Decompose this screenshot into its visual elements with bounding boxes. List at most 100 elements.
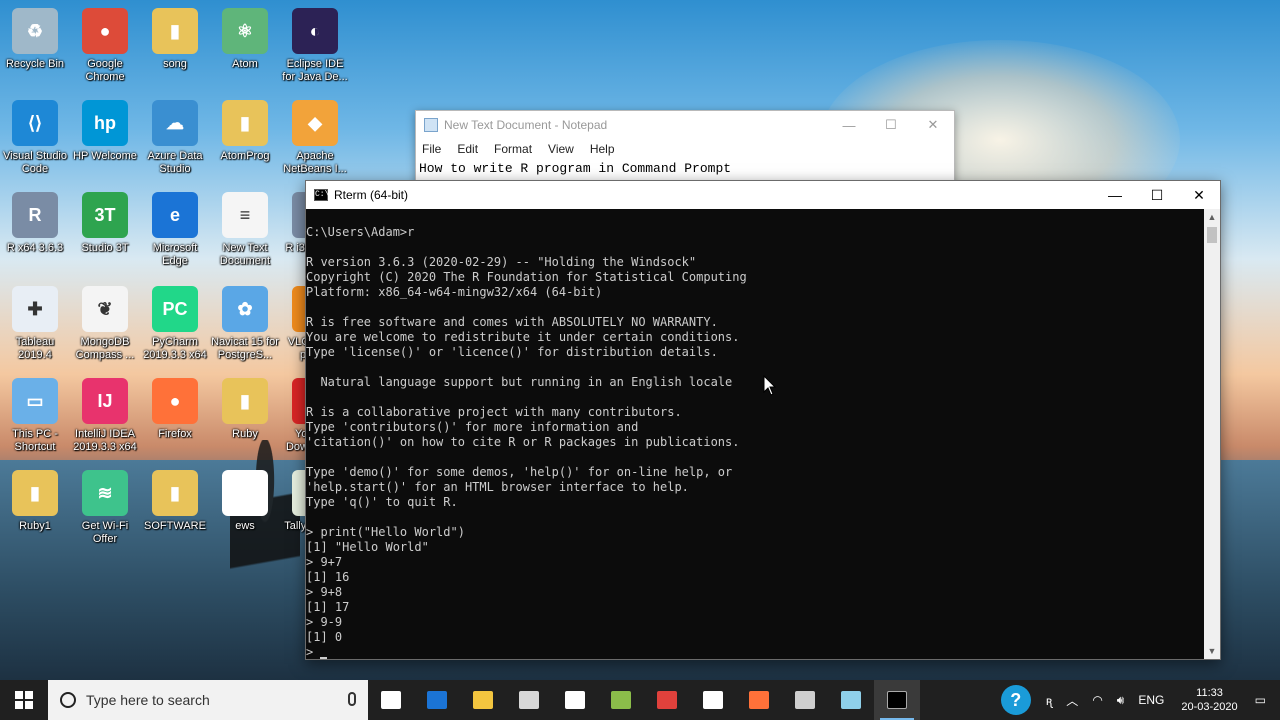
taskbar-search-box[interactable]: Type here to search <box>48 680 368 720</box>
scroll-thumb[interactable] <box>1207 227 1217 243</box>
desktop-icon[interactable]: ◆ Apache NetBeans I... <box>280 100 350 176</box>
scroll-up-icon[interactable]: ▲ <box>1204 209 1220 225</box>
desktop-icon[interactable]: ▮ SOFTWARE <box>140 470 210 533</box>
desktop-icon[interactable]: ♻ Recycle Bin <box>0 8 70 71</box>
scroll-down-icon[interactable]: ▼ <box>1204 643 1220 659</box>
volume-icon[interactable]: 🔊︎ <box>1110 693 1132 708</box>
taskbar-app-file-explorer[interactable] <box>460 680 506 720</box>
desktop-icon[interactable]: ☁ Azure Data Studio <box>140 100 210 176</box>
edge-icon: e <box>152 192 198 238</box>
desktop-icon[interactable]: ⟨⟩ Visual Studio Code <box>0 100 70 176</box>
desktop-icon[interactable]: ▭ This PC - Shortcut <box>0 378 70 454</box>
desktop-icon-label: Atom <box>232 58 258 70</box>
taskbar-app-video-player[interactable] <box>782 680 828 720</box>
taskbar-app-wps-office[interactable] <box>644 680 690 720</box>
rterm-maximize-button[interactable]: ☐ <box>1136 181 1178 209</box>
desktop-icon[interactable]: ✿ Navicat 15 for PostgreS... <box>210 286 280 362</box>
rterm-window-controls: — ☐ ✕ <box>1094 181 1220 209</box>
desktop-icon[interactable]: e Microsoft Edge <box>140 192 210 268</box>
desktop-icon[interactable]: PC PyCharm 2019.3.3 x64 <box>140 286 210 362</box>
notepad-window[interactable]: New Text Document - Notepad — ☐ ✕ File E… <box>415 110 955 190</box>
desktop-icon-label: Recycle Bin <box>5 58 65 70</box>
taskbar-app-mail[interactable] <box>690 680 736 720</box>
rterm-minimize-button[interactable]: — <box>1094 181 1136 209</box>
text-cursor <box>320 657 328 659</box>
people-icon[interactable]: ꭆ <box>1039 692 1060 709</box>
eclipse-icon: ◐ <box>292 8 338 54</box>
taskbar-app-firefox[interactable] <box>736 680 782 720</box>
help-icon[interactable]: ? <box>1000 685 1031 715</box>
desktop-icon-label: song <box>163 58 187 70</box>
console-scrollbar[interactable]: ▲ ▼ <box>1204 209 1220 659</box>
console-output[interactable]: C:\Users\Adam>r R version 3.6.3 (2020-02-… <box>306 209 1204 659</box>
mongodb-icon: ❦ <box>82 286 128 332</box>
desktop-icon[interactable]: ▮ Ruby <box>210 378 280 441</box>
microphone-icon[interactable] <box>348 692 356 706</box>
notepad-maximize-button[interactable]: ☐ <box>870 111 912 139</box>
desktop-icon[interactable]: ● Google Chrome <box>70 8 140 84</box>
taskbar-app-notepad-plus[interactable] <box>598 680 644 720</box>
recycle-bin-icon: ♻ <box>12 8 58 54</box>
start-button[interactable] <box>0 680 48 720</box>
desktop-icon[interactable]: ◐ Eclipse IDE for Java De... <box>280 8 350 84</box>
taskbar-app-edge[interactable] <box>414 680 460 720</box>
desktop-icon[interactable]: ✚ Tableau 2019.4 <box>0 286 70 362</box>
notepad-menubar: File Edit Format View Help <box>416 139 954 159</box>
microsoft-store-icon <box>519 691 539 709</box>
desktop-icon[interactable]: ▮ song <box>140 8 210 71</box>
taskbar-app-dropbox[interactable] <box>552 680 598 720</box>
notepad-text-area[interactable]: How to write R program in Command Prompt <box>416 159 954 178</box>
taskbar-app-notepad[interactable] <box>828 680 874 720</box>
console-line: Copyright (C) 2020 The R Foundation for … <box>306 270 747 284</box>
desktop-icon[interactable]: ▮ Ruby1 <box>0 470 70 533</box>
wifi-offer-icon: ≋ <box>82 470 128 516</box>
notepad-icon <box>424 118 438 132</box>
desktop-icon[interactable]: ● Firefox <box>140 378 210 441</box>
folder-icon: ▮ <box>152 8 198 54</box>
notepad-close-button[interactable]: ✕ <box>912 111 954 139</box>
taskbar-app-microsoft-store[interactable] <box>506 680 552 720</box>
desktop-icon[interactable]: hp HP Welcome <box>70 100 140 163</box>
notepad-title: New Text Document - Notepad <box>444 118 608 132</box>
desktop-icon[interactable]: ▮ AtomProg <box>210 100 280 163</box>
action-center-icon[interactable]: ▭ <box>1248 693 1280 707</box>
command-prompt-icon <box>887 691 907 709</box>
menu-help[interactable]: Help <box>590 142 615 156</box>
r-icon: R <box>12 192 58 238</box>
desktop-icon-label: MongoDB Compass ... <box>75 336 135 361</box>
clock[interactable]: 11:33 20-03-2020 <box>1171 686 1247 714</box>
taskbar-app-task-view[interactable] <box>368 680 414 720</box>
desktop-icon[interactable]: 3T Studio 3T <box>70 192 140 255</box>
desktop-icon-label: Tableau 2019.4 <box>15 336 55 361</box>
rterm-window[interactable]: C:\ Rterm (64-bit) — ☐ ✕ C:\Users\Adam>r… <box>305 180 1221 660</box>
rterm-titlebar[interactable]: C:\ Rterm (64-bit) <box>306 181 1220 209</box>
taskbar-app-command-prompt[interactable] <box>874 680 920 720</box>
console-line: [1] 17 <box>306 600 350 614</box>
desktop-icon[interactable]: ❦ MongoDB Compass ... <box>70 286 140 362</box>
desktop-icon[interactable]: ⚛ Atom <box>210 8 280 71</box>
console-line: Type 'demo()' for some demos, 'help()' f… <box>306 465 733 479</box>
desktop-icon[interactable]: IJ IntelliJ IDEA 2019.3.3 x64 <box>70 378 140 454</box>
notepad-window-controls: — ☐ ✕ <box>828 111 954 139</box>
desktop-icon-label: This PC - Shortcut <box>12 428 58 453</box>
menu-view[interactable]: View <box>548 142 574 156</box>
rterm-close-button[interactable]: ✕ <box>1178 181 1220 209</box>
menu-format[interactable]: Format <box>494 142 532 156</box>
desktop-icon[interactable]: R R x64 3.6.3 <box>0 192 70 255</box>
clock-time: 11:33 <box>1196 687 1223 699</box>
menu-file[interactable]: File <box>422 142 441 156</box>
mouse-pointer-icon <box>763 374 777 397</box>
show-hidden-icons-chevron-icon[interactable]: ︿ <box>1059 692 1085 709</box>
desktop-icon[interactable]: ≡ New Text Document <box>210 192 280 268</box>
desktop-icon[interactable]: ews <box>210 470 280 533</box>
notepad-minimize-button[interactable]: — <box>828 111 870 139</box>
wifi-icon[interactable]: ◠ <box>1085 693 1109 707</box>
language-indicator[interactable]: ENG <box>1131 693 1171 707</box>
console-line: You are welcome to redistribute it under… <box>306 330 740 344</box>
console-line: 'citation()' on how to cite R or R packa… <box>306 435 740 449</box>
console-line: > 9+8 <box>306 585 343 599</box>
menu-edit[interactable]: Edit <box>457 142 478 156</box>
desktop-icon[interactable]: ≋ Get Wi-Fi Offer <box>70 470 140 546</box>
